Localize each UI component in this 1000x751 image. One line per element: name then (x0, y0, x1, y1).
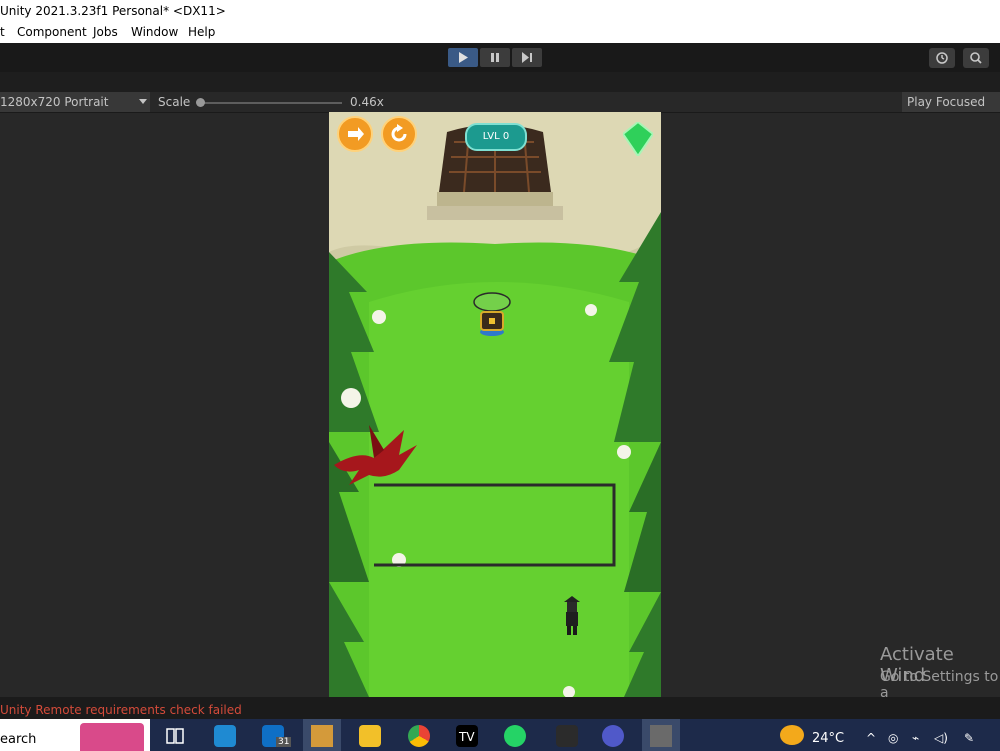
ninja-character-icon[interactable] (562, 596, 582, 636)
pause-icon (491, 53, 499, 62)
chrome-icon[interactable] (408, 725, 430, 747)
tray-app-icon[interactable]: ◎ (888, 731, 898, 745)
whatsapp-icon[interactable] (504, 725, 526, 747)
svg-text:TV: TV (458, 730, 475, 744)
pause-button[interactable] (480, 48, 510, 67)
history-button[interactable] (929, 48, 955, 68)
scale-slider-handle[interactable] (196, 98, 205, 107)
scale-slider-track[interactable] (200, 102, 342, 104)
emerald-gem-icon[interactable] (621, 120, 655, 158)
game-tab-bar (0, 72, 1000, 92)
weather-temperature: 24°C (812, 731, 845, 746)
pen-icon[interactable]: ✎ (964, 731, 974, 745)
level-badge: LVL 0 (465, 123, 527, 151)
resolution-value: 1280x720 Portrait (0, 95, 109, 109)
play-focused-label: Play Focused (907, 95, 986, 109)
game-view-controls: 1280x720 Portrait Scale 0.46x Play Focus… (0, 92, 1000, 113)
taskbar-active-app[interactable] (303, 719, 341, 751)
flower (341, 388, 361, 408)
menu-item-edit[interactable]: t (0, 22, 5, 43)
cave-step (427, 206, 563, 220)
arrow-right-icon[interactable] (337, 116, 373, 152)
resolution-dropdown[interactable]: 1280x720 Portrait (0, 92, 150, 112)
console-status-bar[interactable]: Unity Remote requirements check failed (0, 697, 1000, 719)
teams-icon[interactable] (602, 725, 624, 747)
chevron-up-icon[interactable]: ^ (866, 731, 876, 745)
menu-bar: t Component Jobs Window Help (0, 22, 1000, 43)
window-title: Unity 2021.3.23f1 Personal* <DX11> (0, 4, 226, 18)
unity-editor-icon (650, 725, 672, 747)
treasure-chest-icon[interactable] (473, 288, 511, 338)
taskbar-unity-active[interactable] (642, 719, 680, 751)
level-label: LVL 0 (482, 131, 510, 142)
scale-value: 0.46x (350, 95, 384, 109)
menu-item-help[interactable]: Help (188, 22, 215, 43)
menu-item-component[interactable]: Component (17, 22, 87, 43)
calendar-app-icon (311, 725, 333, 747)
weather-sun-icon[interactable] (780, 725, 804, 745)
step-icon (522, 52, 532, 63)
window-titlebar: Unity 2021.3.23f1 Personal* <DX11> (0, 0, 1000, 22)
main-toolbar (0, 43, 1000, 72)
chevron-down-icon (139, 99, 147, 104)
network-icon[interactable]: ⌁ (912, 731, 919, 745)
taskbar-search-text: earch (0, 732, 37, 747)
play-button[interactable] (448, 48, 478, 67)
game-viewport[interactable]: LVL 0 (329, 112, 661, 697)
game-scene (329, 112, 661, 697)
search-button[interactable] (963, 48, 989, 68)
file-explorer-icon[interactable] (359, 725, 381, 747)
play-icon (459, 52, 468, 63)
play-focused-dropdown[interactable]: Play Focused (902, 92, 1000, 112)
calendar-badge: 31 (276, 737, 292, 747)
flower (585, 304, 597, 316)
mail-icon[interactable]: 31 (262, 725, 292, 747)
flower (617, 445, 631, 459)
taskbar-search-box[interactable]: earch (0, 719, 150, 751)
task-view-icon[interactable] (164, 725, 186, 747)
windows-taskbar: earch 31 TV 24°C ^ ◎ ⌁ ◁) ✎ (0, 719, 1000, 751)
step-button[interactable] (512, 48, 542, 67)
search-highlight-image (80, 723, 144, 751)
menu-item-window[interactable]: Window (131, 22, 178, 43)
menu-item-jobs[interactable]: Jobs (93, 22, 118, 43)
volume-icon[interactable]: ◁) (934, 731, 948, 745)
cave-step (437, 192, 553, 206)
flower (372, 310, 386, 324)
search-icon (970, 52, 982, 64)
unity-hub-icon[interactable] (556, 725, 578, 747)
dragon-icon[interactable] (329, 420, 421, 490)
microsoft-store-icon[interactable] (214, 725, 236, 747)
scale-label: Scale (158, 95, 191, 109)
tradingview-icon[interactable]: TV (456, 725, 478, 747)
history-icon (936, 52, 948, 64)
restart-icon[interactable] (381, 116, 417, 152)
